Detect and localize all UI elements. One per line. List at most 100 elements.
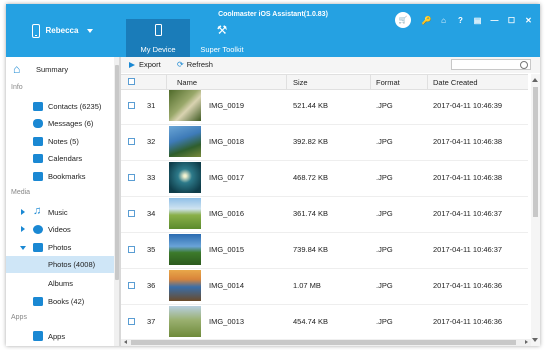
sidebar-item-calendars[interactable]: Calendars: [6, 150, 114, 167]
table-row[interactable]: 37 IMG_0013 454.74 KB .JPG 2017-04-11 10…: [121, 304, 528, 341]
sidebar-item-label: Albums: [48, 279, 74, 288]
scroll-up-icon[interactable]: [532, 78, 538, 82]
sidebar-item-albums[interactable]: Albums: [6, 275, 114, 292]
table-row[interactable]: 35 IMG_0015 739.84 KB .JPG 2017-04-11 10…: [121, 232, 528, 269]
row-number: 36: [147, 281, 156, 290]
table-row[interactable]: 32 IMG_0018 392.82 KB .JPG 2017-04-11 10…: [121, 124, 528, 161]
photo-thumbnail[interactable]: [169, 306, 201, 337]
wrench-icon: ⚒: [216, 23, 228, 37]
column-header-size[interactable]: Size: [293, 78, 308, 87]
column-header-format[interactable]: Format: [376, 78, 400, 87]
search-icon[interactable]: [520, 61, 528, 69]
scroll-left-icon[interactable]: [124, 340, 127, 344]
search-input[interactable]: [451, 59, 531, 70]
minimize-icon[interactable]: —: [489, 15, 500, 26]
refresh-button[interactable]: ⟳ Refresh: [177, 60, 213, 69]
sidebar-item-music[interactable]: ♫ Music: [6, 204, 114, 221]
expand-arrow-icon[interactable]: [21, 226, 25, 232]
tab-super-toolkit[interactable]: ⚒ Super Toolkit: [190, 19, 254, 57]
horizontal-scrollbar[interactable]: [121, 339, 531, 346]
sidebar-item-notes[interactable]: Notes (5): [6, 133, 114, 150]
video-icon: [33, 225, 43, 234]
home-icon[interactable]: ⌂: [438, 15, 449, 26]
table-row[interactable]: 36 IMG_0014 1.07 MB .JPG 2017-04-11 10:4…: [121, 268, 528, 305]
sidebar-item-videos[interactable]: Videos: [6, 221, 114, 238]
store-icon[interactable]: 🛒: [395, 12, 411, 28]
sidebar-item-photos-sub[interactable]: Photos (4008): [6, 256, 114, 273]
help-icon[interactable]: ?: [455, 15, 466, 26]
row-number: 34: [147, 209, 156, 218]
row-checkbox[interactable]: [128, 102, 135, 109]
photo-thumbnail[interactable]: [169, 90, 201, 121]
messages-icon: [33, 119, 43, 128]
row-checkbox[interactable]: [128, 174, 135, 181]
date-created: 2017-04-11 10:46:39: [433, 101, 503, 110]
row-number: 33: [147, 173, 156, 182]
photos-icon: [33, 243, 43, 252]
contacts-icon: [33, 102, 43, 111]
row-checkbox[interactable]: [128, 246, 135, 253]
column-header-name[interactable]: Name: [177, 78, 197, 87]
row-checkbox[interactable]: [128, 210, 135, 217]
apps-grid-icon: [33, 331, 43, 341]
sidebar-item-apps[interactable]: Apps: [6, 328, 114, 345]
scrollbar-thumb[interactable]: [533, 87, 538, 217]
expand-arrow-icon[interactable]: [21, 209, 25, 215]
file-name: IMG_0018: [209, 137, 245, 146]
export-button[interactable]: Export: [129, 60, 161, 69]
select-all-checkbox[interactable]: [128, 78, 135, 85]
sidebar-item-photos[interactable]: Photos: [6, 239, 114, 256]
key-icon[interactable]: 🔑: [421, 15, 432, 26]
photo-list: 31 IMG_0019 521.44 KB .JPG 2017-04-11 10…: [121, 88, 528, 346]
sidebar-item-summary[interactable]: ⌂ Summary: [6, 61, 114, 78]
maximize-icon[interactable]: ☐: [506, 15, 517, 26]
vertical-scrollbar[interactable]: [531, 74, 540, 346]
column-header-date[interactable]: Date Created: [433, 78, 478, 87]
main-panel: Export ⟳ Refresh Name Size Format Date C…: [121, 57, 540, 346]
scroll-down-icon[interactable]: [532, 338, 538, 342]
photo-thumbnail[interactable]: [169, 126, 201, 157]
feedback-icon[interactable]: ▤: [472, 15, 483, 26]
close-icon[interactable]: ✕: [523, 15, 534, 26]
file-format: .JPG: [376, 245, 393, 254]
export-icon: [129, 61, 135, 68]
file-size: 739.84 KB: [293, 245, 329, 254]
date-created: 2017-04-11 10:46:36: [433, 281, 503, 290]
file-size: 361.74 KB: [293, 209, 329, 218]
sidebar-item-label: Photos: [48, 243, 72, 252]
app-window: Rebecca Coolmaster iOS Assistant(1.0.83)…: [6, 4, 540, 346]
photo-thumbnail[interactable]: [169, 270, 201, 301]
sidebar-item-label: Videos: [48, 225, 71, 234]
table-row[interactable]: 33 IMG_0017 468.72 KB .JPG 2017-04-11 10…: [121, 160, 528, 197]
collapse-arrow-icon[interactable]: [20, 246, 26, 250]
sidebar-item-books[interactable]: Books (42): [6, 293, 114, 310]
sidebar-item-label: Notes (5): [48, 137, 79, 146]
file-name: IMG_0017: [209, 173, 245, 182]
book-icon: [33, 297, 43, 306]
bookmark-icon: [33, 172, 43, 181]
scrollbar-thumb[interactable]: [114, 65, 119, 280]
photo-thumbnail[interactable]: [169, 162, 201, 193]
tab-label: Super Toolkit: [200, 45, 244, 54]
date-created: 2017-04-11 10:46:38: [433, 173, 503, 182]
phone-icon: [31, 23, 40, 38]
sidebar-item-label: Apps: [48, 332, 66, 341]
photo-thumbnail[interactable]: [169, 234, 201, 265]
table-row[interactable]: 31 IMG_0019 521.44 KB .JPG 2017-04-11 10…: [121, 88, 528, 125]
file-name: IMG_0013: [209, 317, 245, 326]
table-row[interactable]: 34 IMG_0016 361.74 KB .JPG 2017-04-11 10…: [121, 196, 528, 233]
row-checkbox[interactable]: [128, 282, 135, 289]
photo-thumbnail[interactable]: [169, 198, 201, 229]
sidebar-item-messages[interactable]: Messages (6): [6, 115, 114, 132]
sidebar-item-label: Music: [48, 208, 68, 217]
chevron-down-icon: [87, 28, 94, 33]
scrollbar-thumb[interactable]: [131, 340, 516, 345]
row-number: 35: [147, 245, 156, 254]
row-checkbox[interactable]: [128, 318, 135, 325]
refresh-label: Refresh: [186, 60, 213, 69]
row-checkbox[interactable]: [128, 138, 135, 145]
tab-my-device[interactable]: My Device: [126, 19, 190, 57]
sidebar-item-bookmarks[interactable]: Bookmarks: [6, 168, 114, 185]
sidebar-item-contacts[interactable]: Contacts (6235): [6, 98, 114, 115]
scroll-right-icon[interactable]: [525, 340, 528, 344]
